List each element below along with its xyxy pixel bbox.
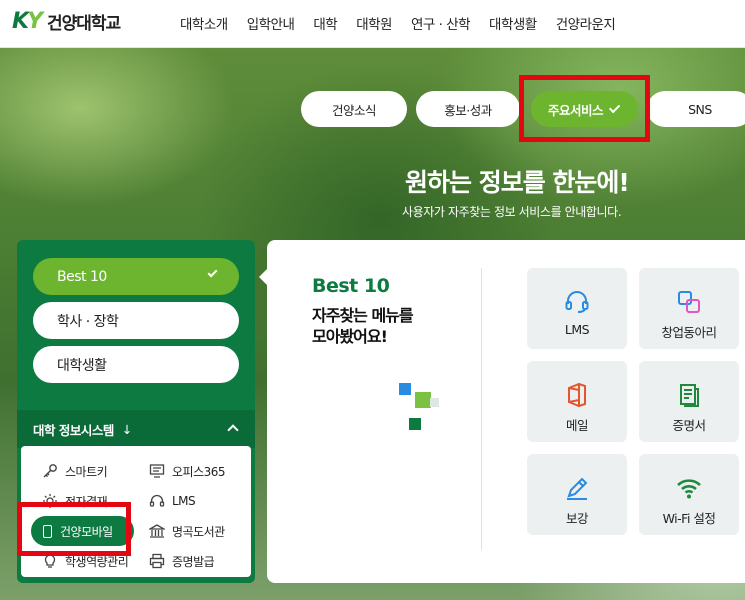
best10-description: 자주찾는 메뉴를 모아봤어요! bbox=[312, 306, 414, 346]
nav-item-college[interactable]: 대학 bbox=[313, 13, 337, 33]
tile-makeup-class[interactable]: 보강 bbox=[527, 454, 627, 535]
monitor-icon bbox=[148, 462, 166, 480]
highlight-box-mobile bbox=[17, 502, 131, 556]
hero-title: 원하는 정보를 한눈에! bbox=[405, 168, 630, 197]
tile-mail[interactable]: 메일 bbox=[527, 361, 627, 442]
pencil-icon bbox=[527, 475, 627, 501]
tile-startup-club[interactable]: 창업동아리 bbox=[639, 268, 739, 349]
university-logo[interactable]: KY 건양대학교 bbox=[12, 9, 121, 34]
nav-item-research[interactable]: 연구 · 산학 bbox=[411, 13, 471, 33]
headset-icon bbox=[148, 492, 166, 510]
system-item-lms[interactable]: LMS bbox=[148, 492, 196, 510]
tile-lms[interactable]: LMS bbox=[527, 268, 627, 349]
squares-icon bbox=[639, 289, 739, 315]
main-nav: 대학소개 입학안내 대학 대학원 연구 · 산학 대학생활 건양라운지 bbox=[180, 13, 634, 33]
nav-item-campus-life[interactable]: 대학생활 bbox=[489, 13, 537, 33]
tab-promotion[interactable]: 홍보·성과 bbox=[416, 91, 520, 127]
sidebar-item-academics[interactable]: 학사 · 장학 bbox=[33, 302, 239, 339]
system-list-toggle[interactable]: 대학 정보시스템 ↓ bbox=[17, 410, 255, 448]
system-item-library[interactable]: 명곡도서관 bbox=[148, 522, 225, 540]
tile-wifi[interactable]: Wi-Fi 설정 bbox=[639, 454, 739, 535]
nav-item-admission[interactable]: 입학안내 bbox=[247, 13, 295, 33]
nav-item-lounge[interactable]: 건양라운지 bbox=[556, 13, 616, 33]
system-item-office365[interactable]: 오피스365 bbox=[148, 462, 226, 480]
decorative-squares-icon bbox=[399, 383, 439, 430]
sidebar-item-campus-life[interactable]: 대학생활 bbox=[33, 346, 239, 383]
nav-item-about[interactable]: 대학소개 bbox=[180, 13, 228, 33]
tab-news[interactable]: 건양소식 bbox=[301, 91, 407, 127]
wifi-icon bbox=[639, 475, 739, 501]
chevron-up-icon bbox=[227, 424, 239, 436]
logo-text: 건양대학교 bbox=[47, 14, 121, 34]
office-icon bbox=[527, 382, 627, 408]
best10-title: Best 10 bbox=[312, 275, 390, 297]
site-header: KY 건양대학교 대학소개 입학안내 대학 대학원 연구 · 산학 대학생활 건… bbox=[0, 0, 745, 48]
system-item-smartkey[interactable]: 스마트키 bbox=[41, 462, 108, 480]
key-icon bbox=[41, 462, 59, 480]
highlight-box-services bbox=[519, 75, 650, 142]
printer-icon bbox=[148, 552, 166, 570]
document-icon bbox=[639, 382, 739, 408]
library-icon bbox=[148, 522, 166, 540]
tab-sns[interactable]: SNS bbox=[647, 91, 745, 127]
system-item-certificate[interactable]: 증명발급 bbox=[148, 552, 215, 570]
best10-panel: Best 10 자주찾는 메뉴를 모아봤어요! LMS 창업동아리 메일 증명서… bbox=[267, 240, 745, 583]
panel-divider bbox=[481, 268, 482, 550]
headset-icon bbox=[527, 289, 627, 315]
nav-item-graduate[interactable]: 대학원 bbox=[356, 13, 392, 33]
check-icon bbox=[207, 267, 218, 278]
sidebar-item-best10[interactable]: Best 10 bbox=[33, 258, 239, 295]
logo-mark: KY bbox=[12, 9, 43, 34]
arrow-down-icon: ↓ bbox=[121, 421, 132, 437]
tile-certificate[interactable]: 증명서 bbox=[639, 361, 739, 442]
hero-subtitle: 사용자가 자주찾는 정보 서비스를 안내합니다. bbox=[402, 205, 622, 219]
